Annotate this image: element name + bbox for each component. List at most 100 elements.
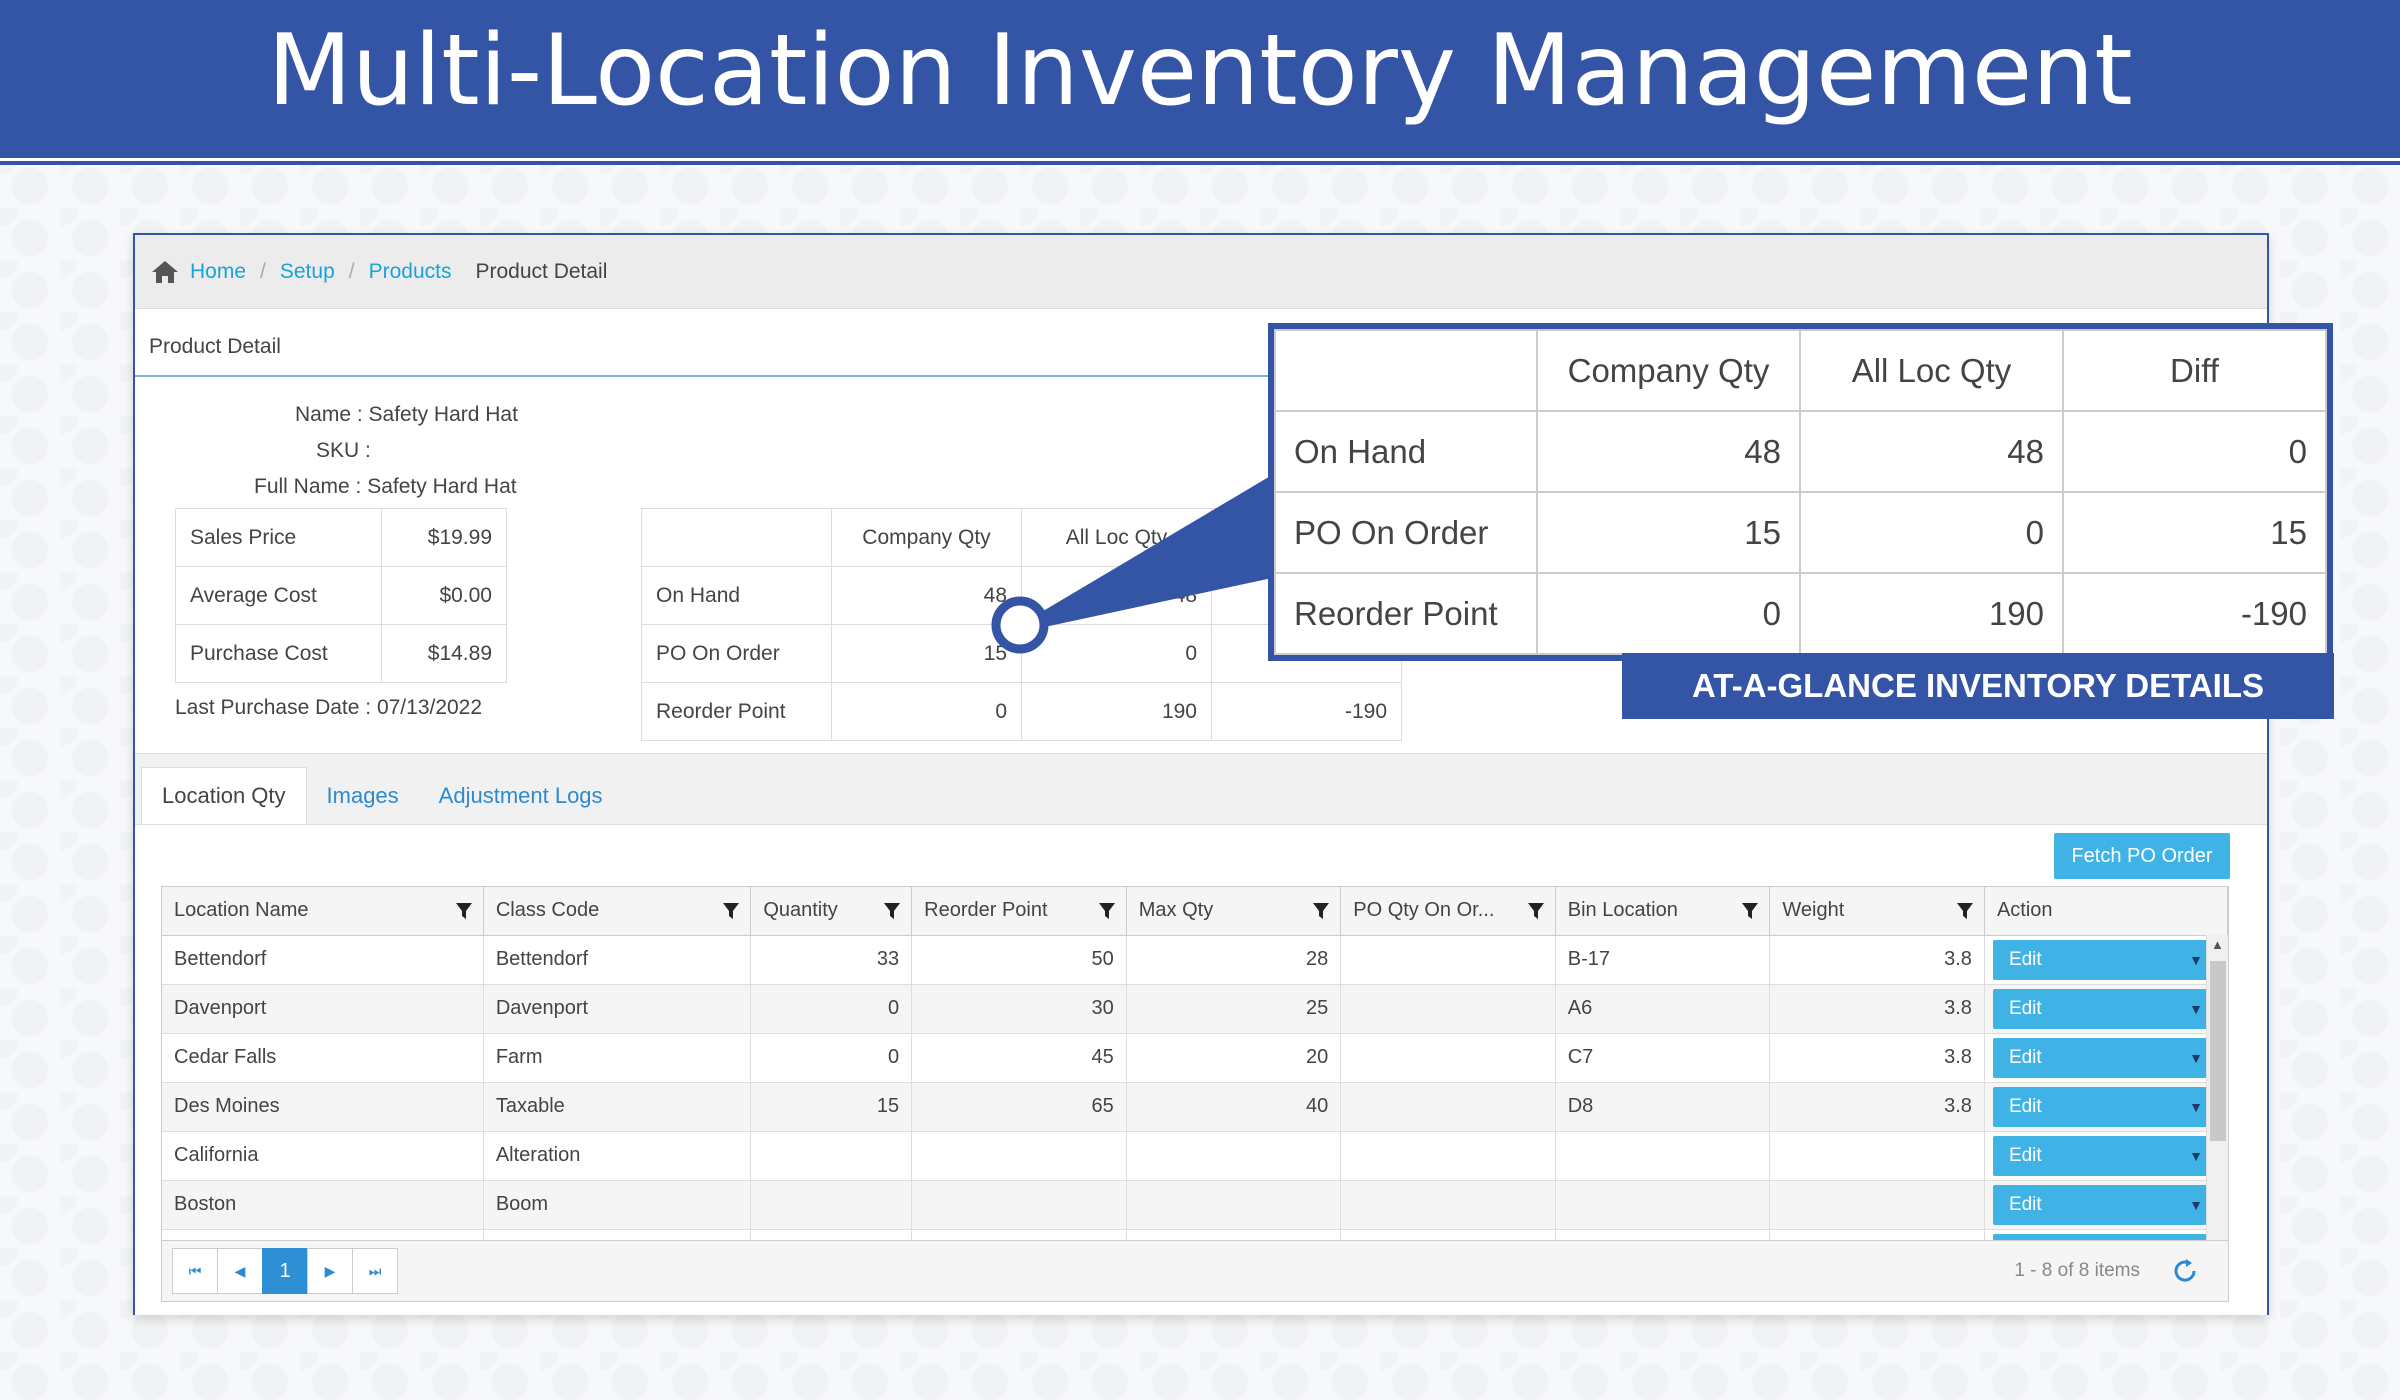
product-sku-row: SKU : bbox=[316, 439, 371, 463]
edit-button[interactable]: Edit ▼ bbox=[1992, 1086, 2219, 1127]
next-page-icon[interactable]: ▶ bbox=[307, 1248, 353, 1294]
filter-icon[interactable] bbox=[883, 902, 901, 920]
vertical-scrollbar[interactable]: ▲ ▼ bbox=[2206, 935, 2228, 1277]
product-fullname-row: Full Name : Safety Hard Hat bbox=[254, 475, 517, 499]
tab-adjustment-logs[interactable]: Adjustment Logs bbox=[419, 767, 623, 824]
banner: Multi-Location Inventory Management bbox=[0, 0, 2400, 161]
home-icon[interactable] bbox=[150, 259, 180, 285]
qty-header: Company Qty bbox=[831, 508, 1022, 567]
refresh-icon[interactable] bbox=[2170, 1256, 2200, 1286]
breadcrumb-home[interactable]: Home bbox=[190, 260, 246, 284]
grid-cell bbox=[1769, 1131, 1985, 1181]
grid-cell bbox=[1126, 1131, 1342, 1181]
table-row[interactable]: Cedar Falls Farm 0 45 20 C7 3.8 Edit ▼ bbox=[162, 1033, 2228, 1083]
grid-cell: Bettendorf bbox=[162, 935, 484, 985]
grid-cell: 20 bbox=[1126, 1033, 1342, 1083]
grid-column-header[interactable]: Class Code bbox=[483, 887, 752, 936]
qty-cell: 190 bbox=[1021, 682, 1212, 741]
grid-column-header[interactable]: Action bbox=[1984, 887, 2228, 936]
price-row: Purchase Cost $14.89 bbox=[175, 624, 507, 683]
qty-cell: 0 bbox=[1021, 624, 1212, 683]
edit-label: Edit bbox=[2008, 948, 2042, 970]
grid-cell: 0 bbox=[750, 1033, 913, 1083]
grid-column-header[interactable]: PO Qty On Or... bbox=[1340, 887, 1556, 936]
grid-cell bbox=[1769, 1180, 1985, 1230]
fullname-value: Safety Hard Hat bbox=[367, 475, 517, 498]
fetch-po-order-button[interactable]: Fetch PO Order bbox=[2054, 833, 2230, 879]
table-row[interactable]: Davenport Davenport 0 30 25 A6 3.8 Edit ▼ bbox=[162, 984, 2228, 1034]
prev-page-icon[interactable]: ◀ bbox=[217, 1248, 263, 1294]
table-row[interactable]: California Alteration Edit ▼ bbox=[162, 1131, 2228, 1181]
grid-cell bbox=[750, 1131, 913, 1181]
page-number-button[interactable]: 1 bbox=[262, 1248, 308, 1294]
table-row[interactable]: Bettendorf Bettendorf 33 50 28 B-17 3.8 Edit ▼ bbox=[162, 935, 2228, 985]
edit-button[interactable]: Edit ▼ bbox=[1992, 1135, 2219, 1176]
tab-images[interactable]: Images bbox=[307, 767, 419, 824]
grid-column-header[interactable]: Quantity bbox=[750, 887, 913, 936]
price-value: $0.00 bbox=[381, 566, 507, 625]
callout-cell: 0 bbox=[1799, 491, 2064, 574]
grid-cell bbox=[1555, 1131, 1771, 1181]
grid-cell: 3.8 bbox=[1769, 984, 1985, 1034]
pager: ⏮ ◀ 1 ▶ ⏭ 1 - 8 of 8 items bbox=[161, 1240, 2229, 1302]
chevron-down-icon[interactable]: ▼ bbox=[2189, 952, 2203, 968]
callout-header bbox=[1274, 329, 1538, 412]
grid-cell: 3.8 bbox=[1769, 1033, 1985, 1083]
edit-button[interactable]: Edit ▼ bbox=[1992, 988, 2219, 1029]
qty-row: Reorder Point 0 190 -190 bbox=[641, 682, 1402, 741]
filter-icon[interactable] bbox=[722, 902, 740, 920]
last-page-icon[interactable]: ⏭ bbox=[352, 1248, 398, 1294]
grid-column-header[interactable]: Weight bbox=[1769, 887, 1985, 936]
filter-icon[interactable] bbox=[1956, 902, 1974, 920]
grid-column-header[interactable]: Location Name bbox=[162, 887, 484, 936]
chevron-down-icon[interactable]: ▼ bbox=[2189, 1099, 2203, 1115]
grid-column-header[interactable]: Reorder Point bbox=[911, 887, 1127, 936]
grid-cell: Cedar Falls bbox=[162, 1033, 484, 1083]
chevron-down-icon[interactable]: ▼ bbox=[2189, 1148, 2203, 1164]
callout-row: Reorder Point 0 190 -190 bbox=[1274, 572, 2327, 655]
filter-icon[interactable] bbox=[455, 902, 473, 920]
chevron-down-icon[interactable]: ▼ bbox=[2189, 1050, 2203, 1066]
grid-column-header[interactable]: Bin Location bbox=[1555, 887, 1771, 936]
edit-button[interactable]: Edit ▼ bbox=[1992, 1037, 2219, 1078]
callout-cell: 15 bbox=[2062, 491, 2327, 574]
table-row[interactable]: Des Moines Taxable 15 65 40 D8 3.8 Edit ▼ bbox=[162, 1082, 2228, 1132]
qty-row-label: On Hand bbox=[641, 566, 832, 625]
chevron-down-icon[interactable]: ▼ bbox=[2189, 1001, 2203, 1017]
qty-cell: 48 bbox=[1021, 566, 1212, 625]
action-cell: Edit ▼ bbox=[1984, 1131, 2228, 1181]
grid-cell: 25 bbox=[1126, 984, 1342, 1034]
breadcrumb-setup[interactable]: Setup bbox=[280, 260, 335, 284]
grid-cell: D8 bbox=[1555, 1082, 1771, 1132]
edit-button[interactable]: Edit ▼ bbox=[1992, 939, 2219, 980]
filter-icon[interactable] bbox=[1098, 902, 1116, 920]
first-page-icon[interactable]: ⏮ bbox=[172, 1248, 218, 1294]
breadcrumb-current: Product Detail bbox=[475, 259, 608, 283]
grid-cell bbox=[911, 1180, 1127, 1230]
filter-icon[interactable] bbox=[1312, 902, 1330, 920]
filter-icon[interactable] bbox=[1741, 902, 1759, 920]
grid-cell: C7 bbox=[1555, 1033, 1771, 1083]
location-grid: Location Name Class Code Quantity Reorder P… bbox=[161, 886, 2229, 1278]
grid-cell: 15 bbox=[750, 1082, 913, 1132]
breadcrumb-separator: / bbox=[348, 259, 355, 283]
grid-column-label: Location Name bbox=[174, 899, 309, 922]
filter-icon[interactable] bbox=[1527, 902, 1545, 920]
grid-cell: B-17 bbox=[1555, 935, 1771, 985]
pager-info: 1 - 8 of 8 items bbox=[2014, 1260, 2140, 1281]
price-label: Sales Price bbox=[175, 508, 382, 567]
grid-cell: 33 bbox=[750, 935, 913, 985]
grid-cell bbox=[1340, 1180, 1556, 1230]
callout-row: PO On Order 15 0 15 bbox=[1274, 491, 2327, 574]
breadcrumb-products[interactable]: Products bbox=[369, 260, 452, 284]
table-row[interactable]: Boston Boom Edit ▼ bbox=[162, 1180, 2228, 1230]
edit-button[interactable]: Edit ▼ bbox=[1992, 1184, 2219, 1225]
edit-label: Edit bbox=[2008, 1095, 2042, 1117]
tab-location-qty[interactable]: Location Qty bbox=[141, 767, 307, 824]
qty-cell: -190 bbox=[1211, 682, 1402, 741]
edit-label: Edit bbox=[2008, 997, 2042, 1019]
scroll-thumb[interactable] bbox=[2210, 961, 2226, 1141]
scroll-up-icon[interactable]: ▲ bbox=[2211, 937, 2224, 952]
grid-column-header[interactable]: Max Qty bbox=[1126, 887, 1342, 936]
chevron-down-icon[interactable]: ▼ bbox=[2189, 1197, 2203, 1213]
